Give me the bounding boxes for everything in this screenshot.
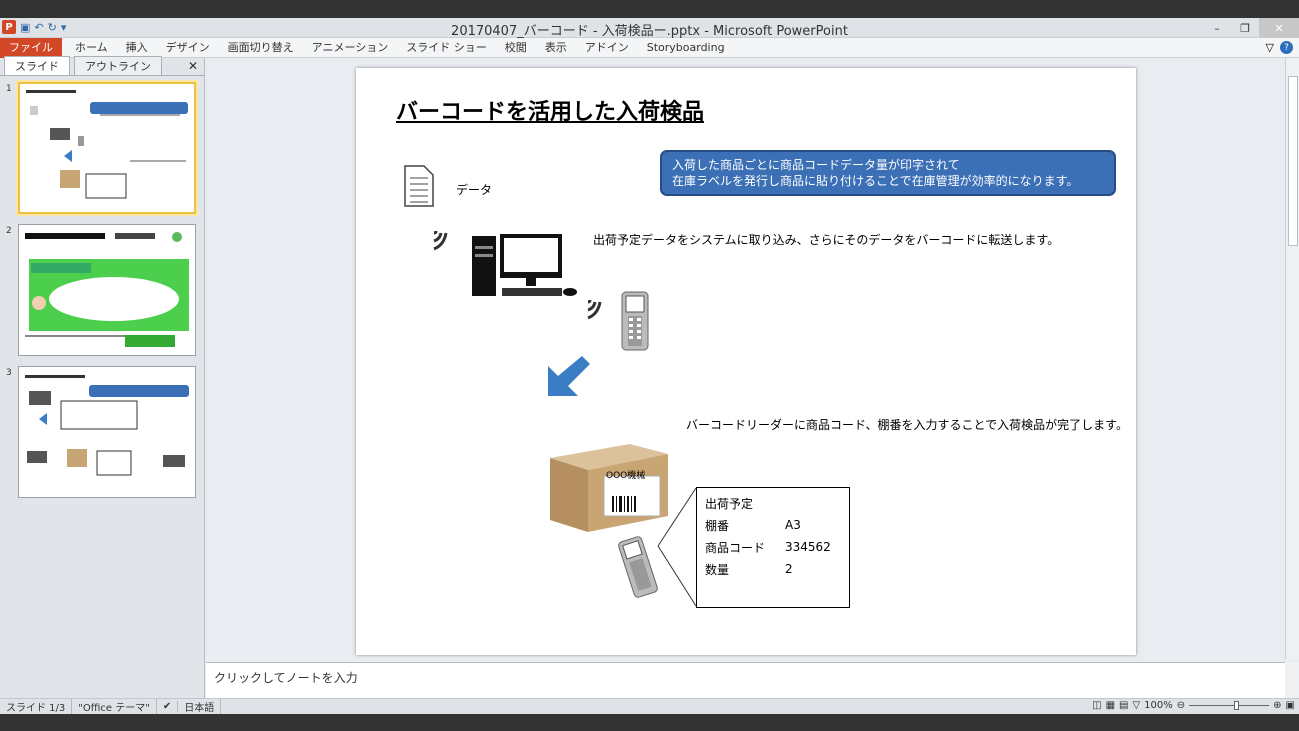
zoom-level[interactable]: 100% [1144,700,1173,711]
data-label: データ [456,183,493,197]
tab-animations[interactable]: アニメーション [303,38,398,58]
scroll-thumb[interactable] [1288,76,1298,246]
spellcheck-icon[interactable]: ✔ [157,701,179,712]
bottom-dark-bar [0,714,1299,731]
info-row: 商品コード 334562 [705,540,831,555]
window-title: 20170407_バーコード - 入荷検品ー.pptx - Microsoft … [451,24,848,39]
shipment-info-box[interactable]: 出荷予定 棚番 A3 商品コード 334562 数量 2 [696,487,850,608]
handheld-scanner-icon [618,536,658,598]
wireless-signal-icon [587,299,602,320]
restore-button[interactable]: ❐ [1231,18,1259,38]
vertical-scrollbar[interactable] [1285,58,1299,660]
tab-transitions[interactable]: 画面切り替え [219,38,303,58]
wireless-signal-icon [433,230,448,251]
language[interactable]: 日本語 [178,699,222,714]
notes-pane[interactable]: クリックしてノートを入力 [206,662,1285,698]
thumbnail-2-preview [25,232,189,347]
slide-sorter-icon[interactable]: ▦ [1106,700,1115,711]
tab-review[interactable]: 校閲 [496,38,536,58]
fit-window-icon[interactable]: ▣ [1286,700,1295,711]
tab-insert[interactable]: 挿入 [117,38,157,58]
tab-slideshow[interactable]: スライド ショー [397,38,496,58]
thumb-number: 2 [6,226,12,236]
zoom-slider[interactable] [1189,701,1270,710]
theme-name[interactable]: "Office テーマ" [72,699,157,714]
callout-line-2: 在庫ラベルを発行し商品に貼り付けることで在庫管理が効率的になります。 [672,174,1079,188]
box-label: OOO機械 [606,471,646,481]
callout-pointer-lines [657,487,697,607]
step2-text: バーコードリーダーに商品コード、棚番を入力することで入荷検品が完了します。 [686,418,1128,432]
zoom-slider-knob[interactable] [1234,701,1240,710]
thumbnail-3-preview [25,375,189,476]
slide-indicator: スライド 1/3 [0,699,73,714]
top-dark-bar [0,0,1299,18]
notes-scrollbar[interactable] [1285,662,1299,698]
slide-thumbnail-1[interactable] [18,82,196,214]
tab-file[interactable]: ファイル [0,37,62,58]
tab-design[interactable]: デザイン [157,38,219,58]
tab-slides[interactable]: スライド [4,56,70,75]
document-icon [404,165,434,207]
thumb-number: 1 [6,84,12,94]
info-row: 棚番 A3 [705,518,801,533]
reading-view-icon[interactable]: ▤ [1119,700,1128,711]
thumb-number: 3 [6,368,12,378]
callout-box[interactable]: 入荷した商品ごとに商品コードデータ量が印字されて 在庫ラベルを発行し商品に貼り付… [660,150,1116,196]
slide-canvas[interactable]: バーコードを活用した入荷検品 入荷した商品ごとに商品コードデータ量が印字されて … [356,68,1136,655]
thumbnail-1-preview [26,90,188,199]
tab-view[interactable]: 表示 [536,38,576,58]
info-header: 出荷予定 [705,496,754,511]
tab-home[interactable]: ホーム [66,38,117,58]
tab-storyboarding[interactable]: Storyboarding [638,38,734,58]
expand-ribbon-icon[interactable]: ▽ [1266,41,1274,54]
cardboard-box-icon [550,444,668,532]
tab-outline[interactable]: アウトライン [74,56,162,75]
slideshow-icon[interactable]: ▽ [1132,700,1140,711]
minimize-button[interactable]: – [1203,18,1231,38]
close-button[interactable]: ✕ [1259,18,1299,38]
slide-thumbnail-pane: スライド アウトライン ✕ 1 2 3 [0,56,205,698]
status-bar: スライド 1/3 "Office テーマ" ✔ 日本語 ◫ ▦ ▤ ▽ 100%… [0,698,1299,714]
tab-addins[interactable]: アドイン [576,38,638,58]
zoom-in-icon[interactable]: ⊕ [1273,700,1281,711]
handheld-scanner-icon [621,291,649,351]
powerpoint-window: P ▣ ↶ ↻ ▾ 20170407_バーコード - 入荷検品ー.pptx - … [0,0,1299,731]
title-bar: P ▣ ↶ ↻ ▾ 20170407_バーコード - 入荷検品ー.pptx - … [0,18,1299,39]
step1-text: 出荷予定データをシステムに取り込み、さらにそのデータをバーコードに転送します。 [593,233,1060,247]
help-icon[interactable]: ? [1280,41,1293,54]
desktop-computer-icon [472,234,577,296]
close-pane-icon[interactable]: ✕ [188,59,198,73]
info-row: 数量 2 [705,562,793,577]
normal-view-icon[interactable]: ◫ [1092,700,1101,711]
down-arrow-icon [548,356,590,396]
zoom-out-icon[interactable]: ⊖ [1177,700,1185,711]
slide-thumbnail-2[interactable] [18,224,196,356]
slide-editing-area: バーコードを活用した入荷検品 入荷した商品ごとに商品コードデータ量が印字されて … [206,58,1285,660]
ribbon-tabs: ファイル ホーム 挿入 デザイン 画面切り替え アニメーション スライド ショー… [0,37,1299,58]
slide-thumbnail-3[interactable] [18,366,196,498]
callout-line-1: 入荷した商品ごとに商品コードデータ量が印字されて [672,158,960,172]
slide-title[interactable]: バーコードを活用した入荷検品 [396,94,704,126]
